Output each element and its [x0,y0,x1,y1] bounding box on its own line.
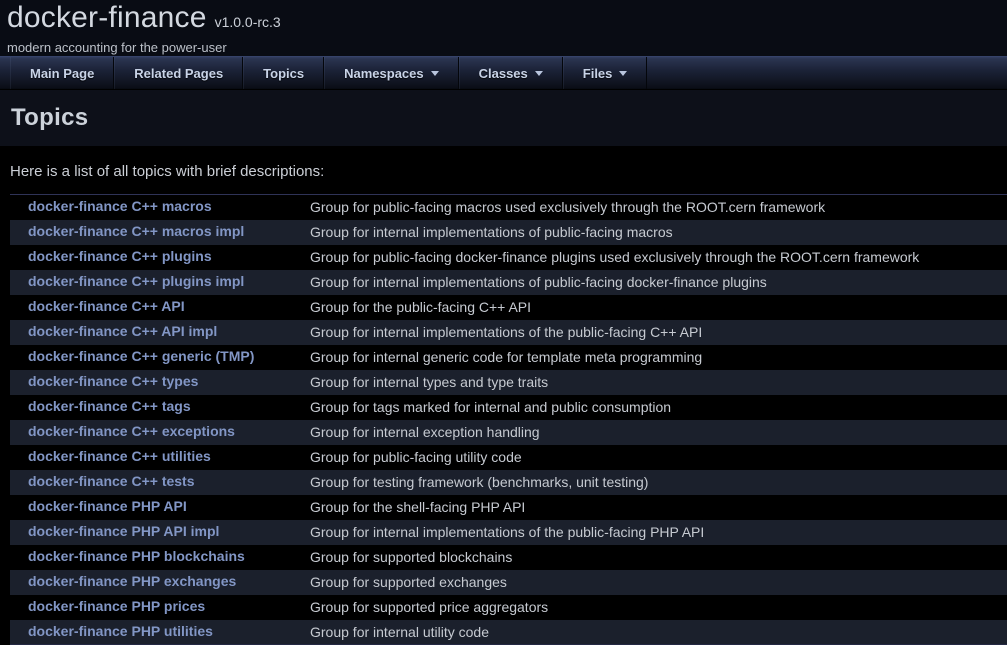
topic-link[interactable]: docker-finance PHP API [28,498,187,514]
topic-link[interactable]: docker-finance C++ API [28,298,185,314]
tab-label: Namespaces [344,66,424,81]
table-row: docker-finance PHP API Group for the she… [10,495,1007,520]
topic-link[interactable]: docker-finance C++ plugins [28,248,212,264]
chevron-down-icon [535,71,543,76]
topic-description: Group for internal generic code for temp… [310,345,1007,370]
topic-link[interactable]: docker-finance PHP prices [28,598,205,614]
topic-link[interactable]: docker-finance PHP utilities [28,623,213,639]
table-row: docker-finance C++ macros Group for publ… [10,195,1007,220]
topic-description: Group for internal types and type traits [310,370,1007,395]
table-row: docker-finance C++ tests Group for testi… [10,470,1007,495]
topic-description: Group for public-facing utility code [310,445,1007,470]
tab-label: Related Pages [134,66,223,81]
topic-description: Group for supported exchanges [310,570,1007,595]
table-row: docker-finance PHP prices Group for supp… [10,595,1007,620]
topic-description: Group for the shell-facing PHP API [310,495,1007,520]
topic-description: Group for internal implementations of th… [310,320,1007,345]
table-row: docker-finance C++ utilities Group for p… [10,445,1007,470]
topic-link[interactable]: docker-finance PHP API impl [28,523,219,539]
tab-list: Main Page Related Pages Topics Namespace… [10,57,647,89]
table-row: docker-finance C++ API impl Group for in… [10,320,1007,345]
tab-label: Files [583,66,613,81]
topic-description: Group for tags marked for internal and p… [310,395,1007,420]
chevron-down-icon [619,71,627,76]
table-row: docker-finance C++ generic (TMP) Group f… [10,345,1007,370]
tab-label: Topics [263,66,304,81]
title-area: docker-finance v1.0.0-rc.3 modern accoun… [0,0,1007,56]
topic-link[interactable]: docker-finance C++ tags [28,398,191,414]
table-row: docker-finance C++ types Group for inter… [10,370,1007,395]
contents: Here is a list of all topics with brief … [0,146,1007,645]
table-row: docker-finance C++ plugins Group for pub… [10,245,1007,270]
table-row: docker-finance C++ macros impl Group for… [10,220,1007,245]
topic-link[interactable]: docker-finance C++ exceptions [28,423,235,439]
topic-link[interactable]: docker-finance C++ generic (TMP) [28,348,254,364]
table-row: docker-finance C++ tags Group for tags m… [10,395,1007,420]
tab-label: Classes [479,66,528,81]
topic-description: Group for public-facing macros used excl… [310,195,1007,220]
table-row: docker-finance PHP utilities Group for i… [10,620,1007,645]
intro-text: Here is a list of all topics with brief … [0,146,1007,194]
topic-link[interactable]: docker-finance C++ tests [28,473,195,489]
tab-files[interactable]: Files [563,57,648,89]
tab-classes[interactable]: Classes [459,57,563,89]
tab-label: Main Page [30,66,94,81]
topic-link[interactable]: docker-finance PHP blockchains [28,548,245,564]
tab-namespaces[interactable]: Namespaces [324,57,459,89]
project-version: v1.0.0-rc.3 [215,14,281,30]
table-row: docker-finance PHP exchanges Group for s… [10,570,1007,595]
topic-link[interactable]: docker-finance C++ plugins impl [28,273,244,289]
topic-link[interactable]: docker-finance C++ macros impl [28,223,244,239]
table-row: docker-finance PHP API impl Group for in… [10,520,1007,545]
topic-link[interactable]: docker-finance PHP exchanges [28,573,236,589]
topic-link[interactable]: docker-finance C++ API impl [28,323,217,339]
table-row: docker-finance C++ API Group for the pub… [10,295,1007,320]
nav-tab-bar: Main Page Related Pages Topics Namespace… [0,56,1007,90]
topics-table: docker-finance C++ macros Group for publ… [10,194,1007,645]
topic-description: Group for public-facing docker-finance p… [310,245,1007,270]
topic-description: Group for internal utility code [310,620,1007,645]
page-header-band: Topics [0,90,1007,146]
chevron-down-icon [431,71,439,76]
topic-description: Group for supported price aggregators [310,595,1007,620]
tab-main-page[interactable]: Main Page [10,57,114,89]
project-tagline: modern accounting for the power-user [7,40,1007,55]
table-row: docker-finance PHP blockchains Group for… [10,545,1007,570]
topic-description: Group for testing framework (benchmarks,… [310,470,1007,495]
topic-link[interactable]: docker-finance C++ types [28,373,198,389]
project-name: docker-finance [7,1,207,35]
topic-description: Group for internal exception handling [310,420,1007,445]
topic-description: Group for internal implementations of th… [310,520,1007,545]
topic-link[interactable]: docker-finance C++ macros [28,198,212,214]
topic-description: Group for the public-facing C++ API [310,295,1007,320]
table-row: docker-finance C++ plugins impl Group fo… [10,270,1007,295]
tab-related-pages[interactable]: Related Pages [114,57,243,89]
topic-description: Group for supported blockchains [310,545,1007,570]
page-title: Topics [11,104,88,132]
table-row: docker-finance C++ exceptions Group for … [10,420,1007,445]
topic-description: Group for internal implementations of pu… [310,270,1007,295]
topic-description: Group for internal implementations of pu… [310,220,1007,245]
topic-link[interactable]: docker-finance C++ utilities [28,448,211,464]
tab-topics[interactable]: Topics [243,57,324,89]
